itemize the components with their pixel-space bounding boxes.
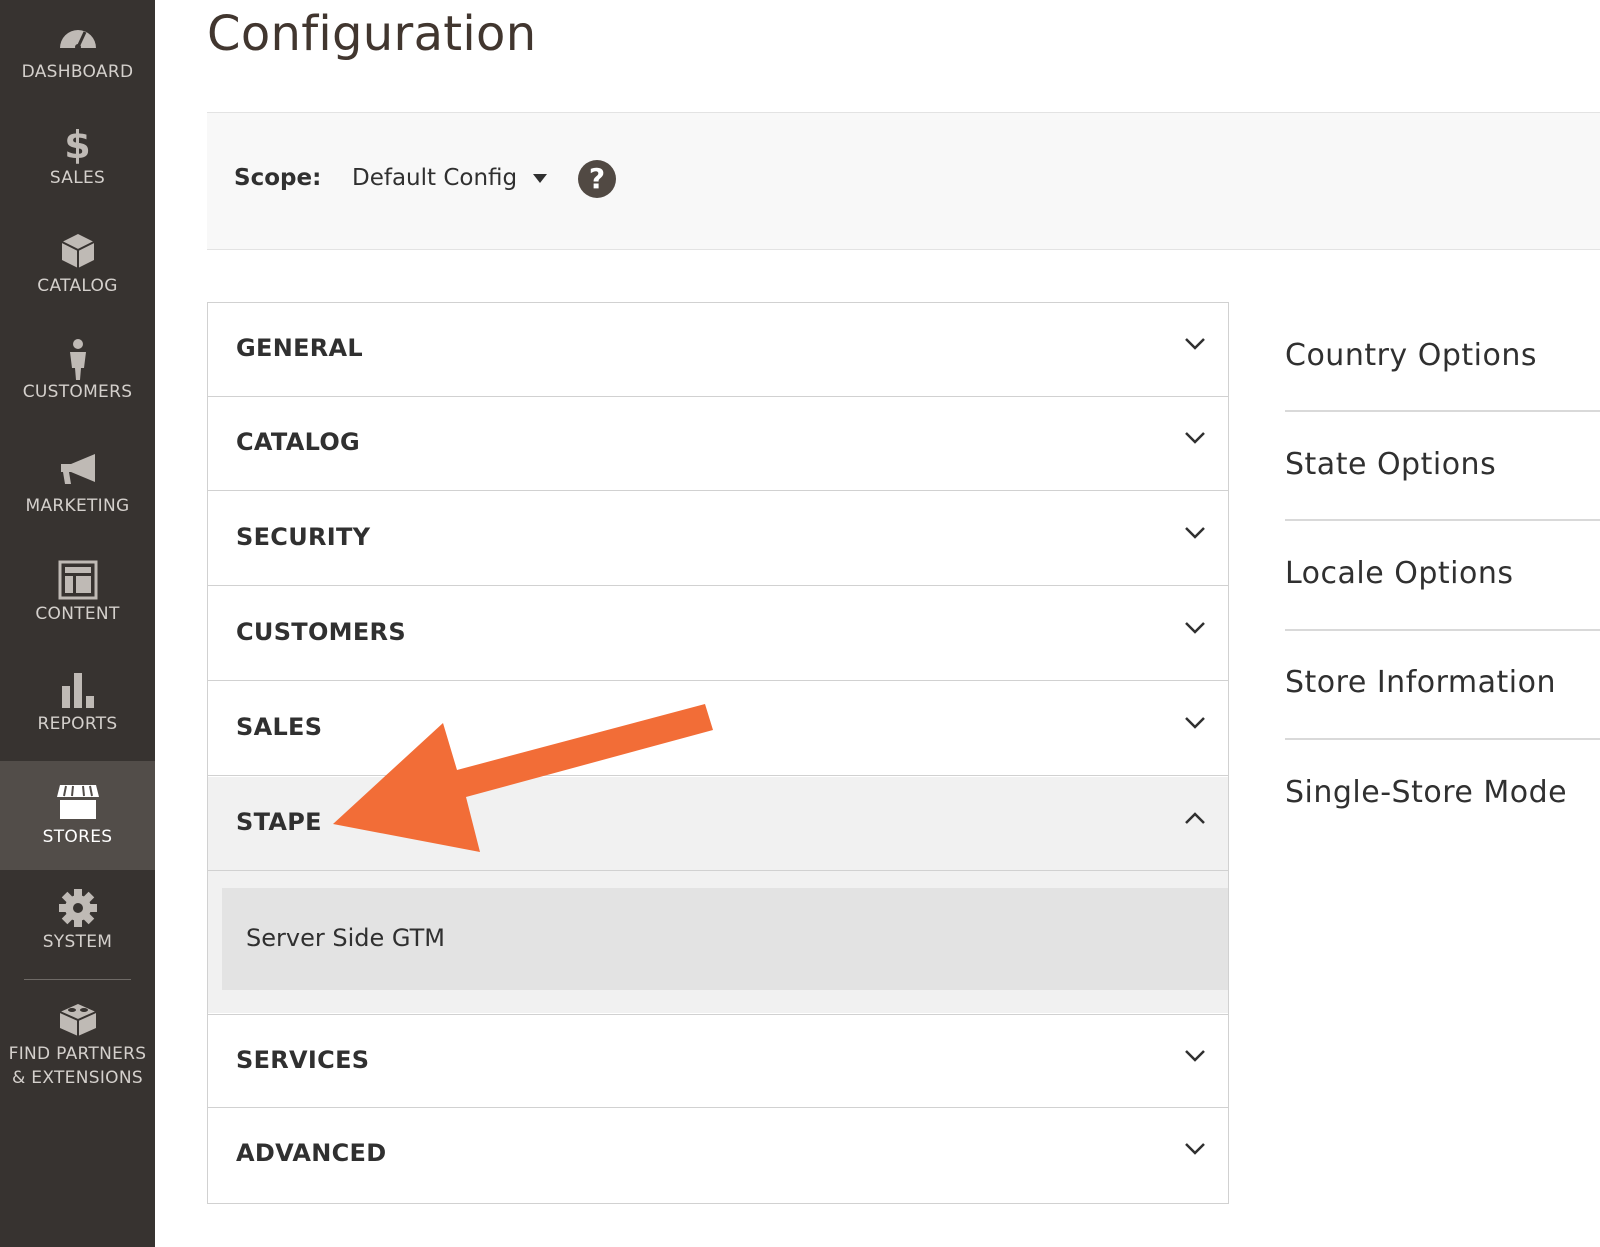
storefront-icon <box>0 783 155 825</box>
nav-label: CUSTOMERS <box>22 382 133 402</box>
bar-chart-icon <box>0 670 155 712</box>
box-icon <box>0 232 155 274</box>
chevron-down-icon <box>1185 338 1205 350</box>
nav-label: DASHBOARD <box>21 62 134 82</box>
tab-item-label: Server Side GTM <box>246 924 445 952</box>
sidebar-divider <box>24 979 131 980</box>
nav-reports[interactable]: REPORTS <box>0 670 155 750</box>
chevron-up-icon <box>1185 812 1205 824</box>
megaphone-icon <box>0 452 155 494</box>
tab-stape[interactable]: STAPE <box>208 777 1228 871</box>
nav-find-partners[interactable]: FIND PARTNERS & EXTENSIONS <box>0 1000 155 1096</box>
lego-brick-icon <box>0 1000 155 1042</box>
chevron-down-icon <box>1185 432 1205 444</box>
nav-label: STORES <box>42 827 113 847</box>
tab-label: CUSTOMERS <box>236 618 406 646</box>
admin-sidebar: DASHBOARD $ SALES CATALOG CUSTOMERS MARK… <box>0 0 155 1247</box>
tab-advanced[interactable]: ADVANCED <box>208 1108 1228 1202</box>
tab-label: SECURITY <box>236 523 371 551</box>
page-title: Configuration <box>207 6 537 62</box>
section-store-information[interactable]: Store Information <box>1285 665 1600 700</box>
nav-system[interactable]: SYSTEM <box>0 888 155 968</box>
tab-stape-items: Server Side GTM <box>208 871 1228 1013</box>
layout-icon <box>0 560 155 602</box>
chevron-down-icon <box>1185 622 1205 634</box>
tab-label: GENERAL <box>236 334 364 362</box>
nav-content[interactable]: CONTENT <box>0 560 155 640</box>
tab-label: SALES <box>236 713 323 741</box>
tab-label: SERVICES <box>236 1046 370 1074</box>
chevron-down-icon <box>1185 527 1205 539</box>
section-divider <box>1285 519 1600 521</box>
scope-bar: Scope: Default Config ? <box>207 112 1600 250</box>
nav-stores[interactable]: STORES <box>0 761 155 870</box>
person-icon <box>0 338 155 380</box>
section-divider <box>1285 410 1600 412</box>
dollar-icon: $ <box>64 123 91 167</box>
section-divider <box>1285 738 1600 740</box>
nav-sales[interactable]: $ SALES <box>0 124 155 204</box>
tab-general[interactable]: GENERAL <box>208 303 1228 397</box>
nav-customers[interactable]: CUSTOMERS <box>0 338 155 418</box>
nav-catalog[interactable]: CATALOG <box>0 232 155 312</box>
nav-label: SALES <box>49 168 106 188</box>
section-state-options[interactable]: State Options <box>1285 447 1600 482</box>
nav-label-line2: & EXTENSIONS <box>12 1068 143 1088</box>
tab-sales[interactable]: SALES <box>208 682 1228 776</box>
nav-label: CONTENT <box>35 604 120 624</box>
nav-dashboard[interactable]: DASHBOARD <box>0 18 155 92</box>
gear-icon <box>0 888 155 930</box>
tab-catalog[interactable]: CATALOG <box>208 397 1228 491</box>
section-locale-options[interactable]: Locale Options <box>1285 556 1600 591</box>
tab-item-server-side-gtm[interactable]: Server Side GTM <box>222 888 1228 990</box>
scope-switcher[interactable]: Default Config <box>352 165 548 191</box>
section-country-options[interactable]: Country Options <box>1285 338 1600 373</box>
tab-label: STAPE <box>236 808 322 836</box>
help-icon[interactable]: ? <box>578 160 616 198</box>
tab-label: ADVANCED <box>236 1139 387 1167</box>
dashboard-icon <box>0 18 155 60</box>
tab-label: CATALOG <box>236 428 361 456</box>
nav-label: SYSTEM <box>42 932 113 952</box>
caret-down-icon <box>533 174 548 183</box>
nav-label: CATALOG <box>37 276 118 296</box>
section-single-store-mode[interactable]: Single-Store Mode <box>1285 775 1600 810</box>
nav-label: MARKETING <box>25 496 130 516</box>
tab-customers[interactable]: CUSTOMERS <box>208 587 1228 681</box>
chevron-down-icon <box>1185 717 1205 729</box>
config-tabs: GENERAL CATALOG SECURITY CUSTOMERS SALES… <box>207 302 1229 1204</box>
chevron-down-icon <box>1185 1050 1205 1062</box>
nav-label-line1: FIND PARTNERS <box>8 1044 147 1064</box>
nav-label: REPORTS <box>37 714 118 734</box>
tab-services[interactable]: SERVICES <box>208 1014 1228 1108</box>
scope-value: Default Config <box>352 165 518 191</box>
nav-marketing[interactable]: MARKETING <box>0 452 155 532</box>
chevron-down-icon <box>1185 1143 1205 1155</box>
scope-label: Scope: <box>234 165 322 191</box>
section-divider <box>1285 629 1600 631</box>
tab-security[interactable]: SECURITY <box>208 492 1228 586</box>
